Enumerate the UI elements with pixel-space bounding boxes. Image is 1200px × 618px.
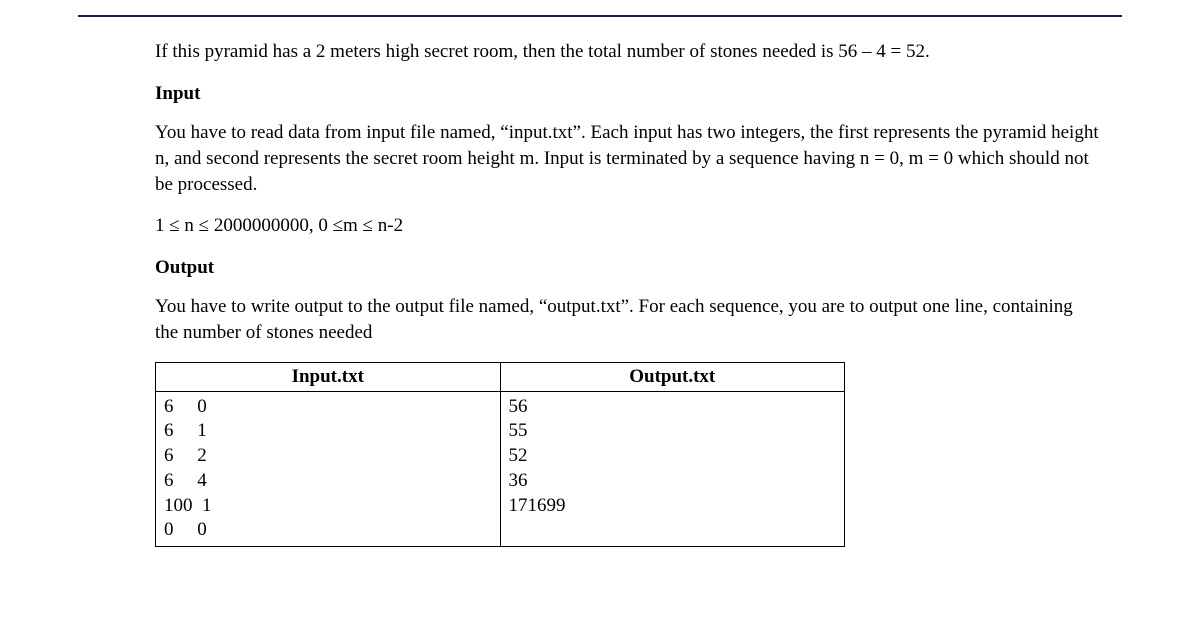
intro-paragraph: If this pyramid has a 2 meters high secr… <box>155 39 1100 65</box>
output-header: Output.txt <box>500 362 845 391</box>
output-heading: Output <box>155 255 1100 281</box>
input-heading: Input <box>155 81 1100 107</box>
document-page: If this pyramid has a 2 meters high secr… <box>0 15 1200 547</box>
table-row: 6 0 6 1 6 2 6 4 100 1 0 0 56 55 52 36 17… <box>156 391 845 546</box>
header-rule <box>78 15 1122 17</box>
io-table: Input.txt Output.txt 6 0 6 1 6 2 6 4 100… <box>155 362 845 547</box>
constraint-line: 1 ≤ n ≤ 2000000000, 0 ≤m ≤ n-2 <box>155 213 1100 239</box>
document-content: If this pyramid has a 2 meters high secr… <box>155 39 1100 547</box>
input-description: You have to read data from input file na… <box>155 120 1100 197</box>
output-description: You have to write output to the output f… <box>155 294 1100 345</box>
table-header-row: Input.txt Output.txt <box>156 362 845 391</box>
input-header: Input.txt <box>156 362 501 391</box>
input-cell: 6 0 6 1 6 2 6 4 100 1 0 0 <box>156 391 501 546</box>
output-cell: 56 55 52 36 171699 <box>500 391 845 546</box>
